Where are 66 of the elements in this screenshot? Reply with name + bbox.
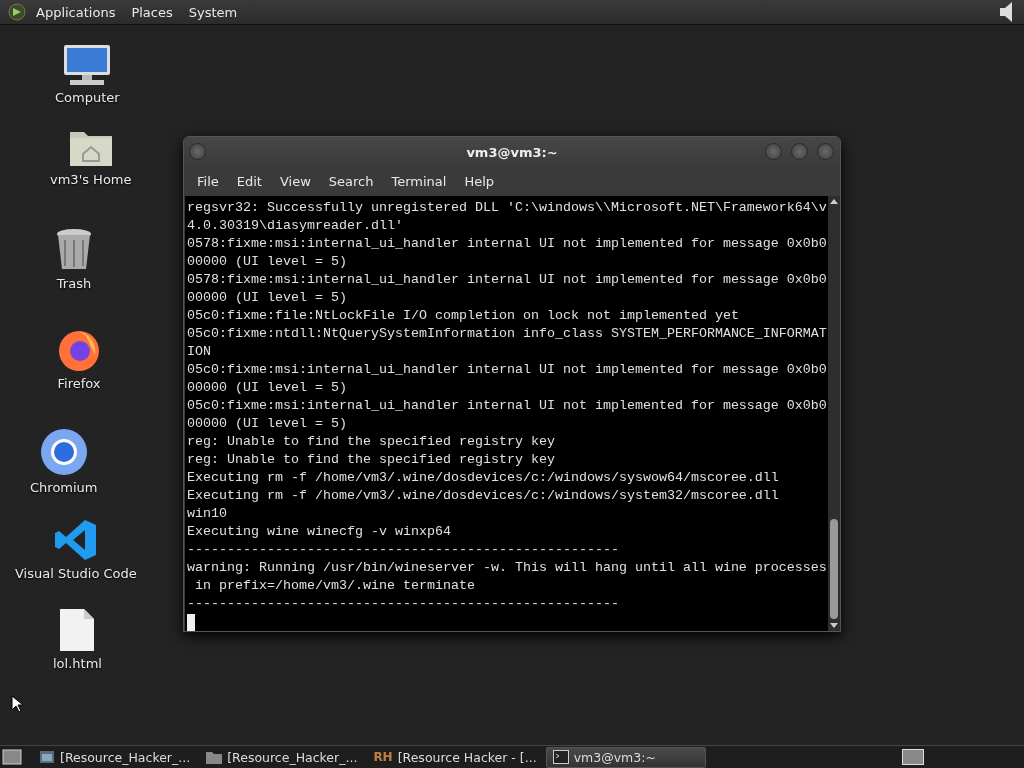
terminal-line: 0578:fixme:msi:internal_ui_handler internal UI not implemented for message 0x0b0 [187,271,828,289]
terminal-icon [552,750,569,764]
window-icon [39,750,55,764]
window-menu-button[interactable] [189,143,206,160]
terminal-line: ------------------------------------------------------ [187,595,620,613]
logo-icon [8,3,26,21]
taskbar-button[interactable]: [Resource_Hacker_... [32,746,198,768]
terminal-line: in prefix=/home/vm3/.wine terminate [194,577,476,595]
scrollbar[interactable] [828,196,840,631]
terminal-line: warning: Running /usr/bin/wineserver -w. This will hang until all wine processes [187,559,828,577]
scroll-up-icon[interactable] [830,198,838,204]
taskbar-button[interactable]: vm3@vm3:~ [545,746,706,768]
terminal-line: 0578:fixme:msi:internal_ui_handler internal UI not implemented for message 0x0b0 [187,235,828,253]
panel-menu[interactable]: Places [125,4,179,20]
terminal-line: Executing rm -f /home/vm3/.wine/dosdevices/c:/windows/syswow64/mscoree.dll [187,469,780,487]
show-desktop-icon[interactable] [2,748,22,766]
workspace-icon[interactable] [902,749,924,765]
scrollbar-thumb[interactable] [830,519,838,619]
terminal-line: win10 [187,505,228,523]
menu-item[interactable]: Edit [228,174,270,189]
menu-item[interactable]: File [189,174,227,189]
chromium-icon [39,428,88,476]
desktop-icon-label[interactable]: Computer [55,90,120,105]
close-button[interactable] [817,143,834,160]
terminal-line: 00000 (UI level = 5) [187,253,348,271]
minimize-button[interactable] [765,143,782,160]
terminal-line: regsvr32: Successfully unregistered DLL 'C:\windows\\Microsoft.NET\Framework64\v [187,199,828,217]
taskbar-button[interactable]: [Resource_Hacker_... [199,746,365,768]
terminal-line: Executing wine winecfg -v winxp64 [187,523,452,541]
terminal-line: 05c0:fixme:ntdll:NtQuerySystemInformation info_class SYSTEM_PERFORMANCE_INFORMAT [187,325,828,343]
menu-item[interactable]: Help [456,174,503,189]
terminal-line: ION [187,343,212,361]
desktop-icon-label[interactable]: Visual Studio Code [15,566,137,581]
menu-item[interactable]: Search [320,174,382,189]
folder-icon [206,750,223,764]
menu-item[interactable]: View [271,174,319,189]
terminal-line: 05c0:fixme:file:NtLockFile I/O completion on lock not implemented yet [187,307,740,325]
trash-icon [55,228,93,272]
terminal-line: 00000 (UI level = 5) [187,415,348,433]
text-cursor [187,614,195,631]
file-icon [59,608,96,652]
menu-item[interactable]: Terminal [383,174,455,189]
taskbar-button[interactable]: RH [Resource Hacker - [... [366,746,544,768]
desktop-icon-label[interactable]: lol.html [53,656,102,671]
computer-icon [62,44,113,86]
terminal-line: 00000 (UI level = 5) [187,379,348,397]
desktop-icon-label[interactable]: vm3's Home [50,172,132,187]
scroll-down-icon[interactable] [830,623,838,629]
maximize-button[interactable] [791,143,808,160]
window-title: vm3@vm3:~ [466,144,558,160]
desktop-icon-label[interactable]: Trash [56,276,92,291]
terminal-line: ------------------------------------------------------ [187,541,620,559]
app-logo: RH [373,750,393,764]
vscode-icon [53,518,98,562]
terminal-line: Executing rm -f /home/vm3/.wine/dosdevices/c:/windows/system32/mscoree.dll [187,487,780,505]
panel-menu[interactable]: System [182,4,244,20]
mouse-pointer-icon [11,695,23,713]
terminal-line: 05c0:fixme:msi:internal_ui_handler internal UI not implemented for message 0x0b0 [187,361,828,379]
desktop-icon-label[interactable]: Firefox [57,376,101,391]
terminal-line: 00000 (UI level = 5) [187,289,348,307]
panel-menu[interactable]: Applications [30,4,122,20]
terminal-line: 4.0.30319\diasymreader.dll' [187,217,404,235]
desktop-icon-label[interactable]: Chromium [30,480,98,495]
terminal-line: reg: Unable to find the specified registry key [187,451,556,469]
terminal-line: 05c0:fixme:msi:internal_ui_handler internal UI not implemented for message 0x0b0 [187,397,828,415]
terminal-line: reg: Unable to find the specified registry key [187,433,556,451]
